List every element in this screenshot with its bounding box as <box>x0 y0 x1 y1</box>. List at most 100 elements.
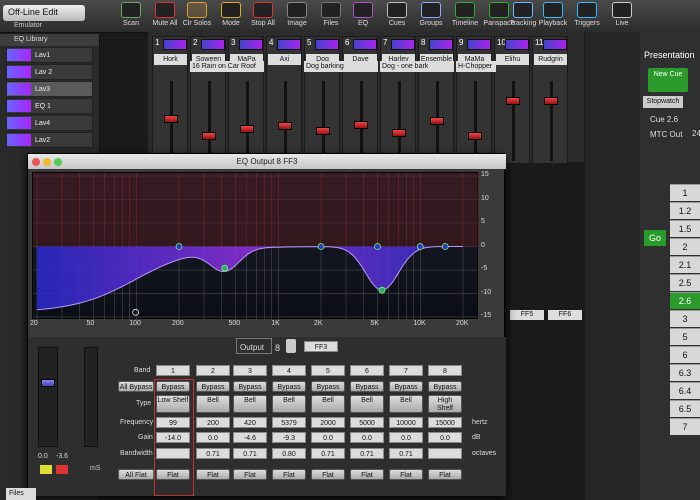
band-flat-button[interactable]: Flat <box>311 469 345 480</box>
minimize-icon[interactable] <box>43 158 51 166</box>
toolbar-button-playback[interactable]: Playback <box>536 2 570 32</box>
band-bypass-button[interactable]: Bypass <box>272 381 306 392</box>
fader-knob[interactable] <box>506 97 520 105</box>
band-gain-field[interactable]: 0.0 <box>196 432 230 443</box>
band-handle-6[interactable] <box>374 243 381 250</box>
fader-knob[interactable] <box>354 121 368 129</box>
toolbar-button-mode[interactable]: Mode <box>214 2 248 32</box>
band-bandwidth-field[interactable]: 0.71 <box>311 448 345 459</box>
band-bandwidth-field[interactable]: 0.71 <box>389 448 423 459</box>
cue-list-item[interactable]: 7 <box>670 418 700 435</box>
channel-eq-thumbnail[interactable] <box>239 39 263 50</box>
channel-eq-thumbnail[interactable] <box>315 39 339 50</box>
band-type-select[interactable]: Bell <box>389 395 423 413</box>
band-bandwidth-field[interactable]: 0.80 <box>272 448 306 459</box>
all-bypass-button[interactable]: All Bypass <box>118 381 154 392</box>
toolbar-button-tracking[interactable]: Tracking <box>506 2 540 32</box>
band-handle-8[interactable] <box>441 243 449 250</box>
channel-strip[interactable]: 2 Soween <box>190 36 226 164</box>
channel-eq-thumbnail[interactable] <box>201 39 225 50</box>
band-frequency-field[interactable]: 200 <box>196 417 230 428</box>
fader-knob[interactable] <box>392 129 406 137</box>
cue-list-item[interactable]: 6.4 <box>670 382 700 399</box>
band-handle-2[interactable] <box>175 243 183 250</box>
band-type-select[interactable]: Bell <box>272 395 306 413</box>
files-tab[interactable]: Files <box>6 488 36 500</box>
cue-list-item[interactable]: 1.2 <box>670 202 700 219</box>
channel-eq-thumbnail[interactable] <box>505 39 529 50</box>
channel-strip[interactable]: 8 Ensemble <box>418 36 454 164</box>
toolbar-button-groups[interactable]: Groups <box>414 2 448 32</box>
fader-knob[interactable] <box>468 132 482 140</box>
band-type-select[interactable]: Bell <box>350 395 384 413</box>
cue-list-item[interactable]: 6 <box>670 346 700 363</box>
band-gain-field[interactable]: 0.0 <box>389 432 423 443</box>
cue-list-item[interactable]: 5 <box>670 328 700 345</box>
cue-list-item[interactable]: 6.3 <box>670 364 700 381</box>
band-bypass-button[interactable]: Bypass <box>196 381 230 392</box>
eq-library-item[interactable]: Lav4 <box>6 115 93 131</box>
band-handle-4[interactable] <box>378 286 386 294</box>
band-type-select[interactable]: Bell <box>311 395 345 413</box>
toolbar-button-cues[interactable]: Cues <box>380 2 414 32</box>
band-handle-3[interactable] <box>221 264 229 272</box>
band-gain-field[interactable]: 0.0 <box>311 432 345 443</box>
cue-list-item[interactable]: 1 <box>670 184 700 201</box>
channel-eq-thumbnail[interactable] <box>391 39 415 50</box>
solo-button[interactable] <box>40 465 52 474</box>
eq-library-item[interactable]: EQ 1 <box>6 98 93 114</box>
toolbar-button-mute-all[interactable]: Mute All <box>148 2 182 32</box>
toolbar-button-live[interactable]: Live <box>605 2 639 32</box>
band-gain-field[interactable]: 0.0 <box>428 432 462 443</box>
fader-knob[interactable] <box>544 97 558 105</box>
band-bypass-button[interactable]: Bypass <box>350 381 384 392</box>
band-frequency-field[interactable]: 10000 <box>389 417 423 428</box>
new-cue-button[interactable]: New Cue <box>648 68 688 92</box>
toolbar-button-files[interactable]: Files <box>314 2 348 32</box>
band-bypass-button[interactable]: Bypass <box>311 381 345 392</box>
channel-eq-thumbnail[interactable] <box>353 39 377 50</box>
channel-eq-thumbnail[interactable] <box>277 39 301 50</box>
cue-list-item[interactable]: 2 <box>670 238 700 255</box>
channel-strip[interactable]: 4 Axi <box>266 36 302 164</box>
band-flat-button[interactable]: Flat <box>272 469 306 480</box>
band-flat-button[interactable]: Flat <box>196 469 230 480</box>
fader-knob[interactable] <box>164 115 178 123</box>
fader-knob[interactable] <box>278 122 292 130</box>
band-gain-field[interactable]: -9.3 <box>272 432 306 443</box>
channel-eq-thumbnail[interactable] <box>163 39 187 50</box>
channel-strip[interactable]: 11 Rudgrin <box>532 36 568 164</box>
band-handle-5[interactable] <box>317 243 325 250</box>
channel-eq-thumbnail[interactable] <box>429 39 453 50</box>
band-frequency-field[interactable]: 2000 <box>311 417 345 428</box>
eq-curve-graph[interactable] <box>32 172 479 320</box>
zoom-icon[interactable] <box>54 158 62 166</box>
eq-library-item[interactable]: Lav3 <box>6 81 93 97</box>
cue-list-item[interactable]: 1.5 <box>670 220 700 237</box>
all-flat-button[interactable]: All Flat <box>118 469 154 480</box>
band-frequency-field[interactable]: 420 <box>233 417 267 428</box>
channel-eq-thumbnail[interactable] <box>467 39 491 50</box>
band-flat-button[interactable]: Flat <box>389 469 423 480</box>
channel-eq-thumbnail[interactable] <box>543 39 567 50</box>
cue-list-item[interactable]: 2.1 <box>670 256 700 273</box>
band-frequency-field[interactable]: 5379 <box>272 417 306 428</box>
toolbar-button-triggers[interactable]: Triggers <box>570 2 604 32</box>
toolbar-button-eq[interactable]: EQ <box>346 2 380 32</box>
channel-strip[interactable]: 3 MaPa <box>228 36 264 164</box>
channel-strip[interactable]: 10 Elihu <box>494 36 530 164</box>
toolbar-button-timeline[interactable]: Timeline <box>448 2 482 32</box>
fader-knob[interactable] <box>240 125 254 133</box>
band-bandwidth-field[interactable]: 0.71 <box>233 448 267 459</box>
band-bandwidth-field[interactable]: 0.71 <box>350 448 384 459</box>
band-bandwidth-field[interactable] <box>428 448 462 459</box>
output-stepper[interactable] <box>286 339 296 353</box>
band-bypass-button[interactable]: Bypass <box>428 381 462 392</box>
mode-select[interactable]: Off-Line Edit <box>3 5 85 21</box>
eq-library-item[interactable]: Lav1 <box>6 47 93 63</box>
band-type-select[interactable]: High Shelf <box>428 395 462 413</box>
toolbar-button-stop-all[interactable]: Stop All <box>246 2 280 32</box>
eq-library-item[interactable]: Lav2 <box>6 132 93 148</box>
channel-strip[interactable]: 6 Dave <box>342 36 378 164</box>
channel-strip[interactable]: 1 Hork <box>152 36 188 164</box>
